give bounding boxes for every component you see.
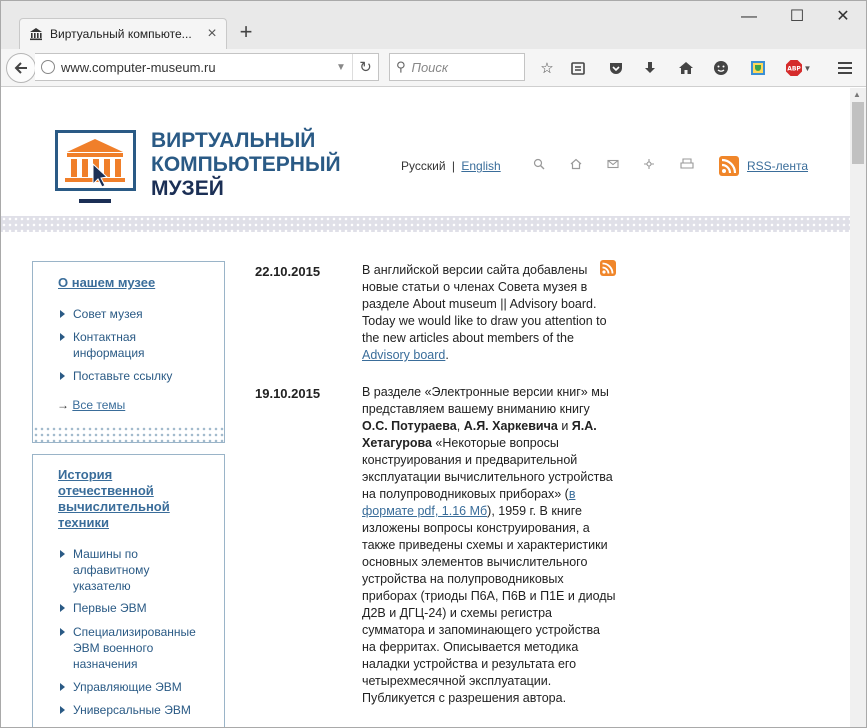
maximize-button[interactable]: ☐ [782, 7, 812, 27]
adblock-label: ABP [787, 66, 801, 73]
author-1: О.С. Потураева [362, 419, 457, 433]
sidebar-item-link[interactable]: Поставьте ссылку [59, 368, 209, 384]
rss-icon [719, 156, 739, 176]
browser-tab[interactable]: Виртуальный компьюте... × [19, 18, 227, 49]
home-site-icon[interactable] [570, 158, 582, 173]
logo-line-1: ВИРТУАЛЬНЫЙ [151, 129, 316, 152]
sidebar-item-alphabetical[interactable]: Машины по алфавитному указателю [59, 546, 169, 594]
news-1-text-end: . [445, 348, 449, 362]
language-switcher: Русский | English [401, 159, 501, 173]
arrow-right-icon: → [57, 398, 69, 412]
browser-window: Виртуальный компьюте... × + — ☐ ✕ www.co… [0, 0, 867, 728]
sidebar-all-topics: → Все темы [57, 398, 125, 412]
shield-extension-icon[interactable] [747, 57, 769, 79]
logo-line-3: МУЗЕЙ [151, 177, 224, 200]
navigation-bar: www.computer-museum.ru ▼ ↻ ⚲ Поиск ☆ ABP [1, 49, 866, 87]
search-input[interactable]: ⚲ Поиск [389, 53, 525, 81]
sidebar-box-history: История отечественной вычислительной тех… [32, 454, 225, 727]
sidebar-item-first-computers[interactable]: Первые ЭВМ [59, 600, 209, 616]
museum-logo-icon[interactable] [55, 130, 137, 209]
news-2-description: ), 1959 г. В книге изложены вопросы конс… [362, 504, 616, 705]
menu-hamburger-icon[interactable] [834, 57, 856, 79]
bookmark-star-icon[interactable]: ☆ [536, 57, 558, 79]
download-icon[interactable] [639, 57, 661, 79]
news-rss-icon[interactable] [600, 260, 616, 276]
minimize-button[interactable]: — [734, 7, 764, 27]
search-icon: ⚲ [396, 59, 406, 74]
sidebar-item-contacts[interactable]: Контактная информация [59, 329, 199, 361]
scroll-up-icon[interactable]: ▲ [853, 90, 861, 99]
close-window-button[interactable]: ✕ [828, 7, 858, 27]
lang-english-link[interactable]: English [461, 159, 500, 173]
url-text: www.computer-museum.ru [61, 59, 216, 75]
pocket-icon[interactable] [605, 57, 627, 79]
print-icon[interactable] [680, 158, 694, 173]
sitemap-icon[interactable] [643, 158, 655, 173]
sidebar-dotted-footer [33, 426, 224, 442]
emoji-icon[interactable] [710, 57, 732, 79]
address-bar[interactable]: www.computer-museum.ru ▼ ↻ [35, 53, 379, 81]
author-2: А.Я. Харкевича [463, 419, 558, 433]
tab-title: Виртуальный компьюте... [50, 27, 192, 41]
rss-feed-link[interactable]: RSS-лента [719, 156, 808, 176]
news-date-2: 19.10.2015 [255, 386, 321, 401]
news-item-1: В английской версии сайта добавлены новы… [362, 262, 617, 364]
sidebar-item-control[interactable]: Управляющие ЭВМ [59, 679, 219, 695]
tab-close-icon[interactable]: × [204, 26, 220, 42]
reload-icon[interactable]: ↻ [352, 54, 378, 80]
lang-separator: | [451, 159, 455, 173]
news-item-2: В разделе «Электронные версии книг» мы п… [362, 384, 617, 707]
sidebar-item-military[interactable]: Специализированные ЭВМ военного назначен… [59, 624, 219, 672]
news-date-1: 22.10.2015 [255, 264, 321, 279]
advisory-board-link[interactable]: Advisory board [362, 348, 445, 362]
back-arrow-icon [14, 62, 27, 74]
museum-favicon-icon [28, 26, 44, 42]
all-topics-link[interactable]: Все темы [72, 398, 125, 412]
lang-russian[interactable]: Русский [401, 159, 446, 173]
header-dotted-strip [1, 216, 850, 232]
globe-icon [41, 60, 55, 74]
logo-text[interactable]: ВИРТУАЛЬНЫЙ КОМПЬЮТЕРНЫЙ МУЗЕЙ [151, 129, 341, 201]
sidebar-item-universal[interactable]: Универсальные ЭВМ [59, 702, 219, 718]
scrollbar-thumb[interactable] [852, 102, 864, 164]
url-dropdown-icon[interactable]: ▼ [330, 62, 352, 73]
author-sep-1: , [456, 419, 461, 433]
sidebar-heading-about[interactable]: О нашем музее [58, 275, 155, 291]
sidebar-heading-history[interactable]: История отечественной вычислительной тех… [58, 467, 188, 531]
home-icon[interactable] [675, 57, 697, 79]
title-bar: Виртуальный компьюте... × + — ☐ ✕ [1, 1, 866, 49]
search-placeholder: Поиск [411, 59, 449, 75]
back-button[interactable] [6, 53, 36, 83]
rss-label[interactable]: RSS-лента [747, 159, 808, 173]
vertical-scrollbar[interactable]: ▲ [850, 88, 866, 727]
new-tab-button[interactable]: + [235, 21, 257, 43]
logo-line-2: КОМПЬЮТЕРНЫЙ [151, 153, 341, 176]
adblock-icon[interactable]: ABP ▼ [783, 57, 813, 79]
reading-list-icon[interactable] [567, 57, 589, 79]
mail-icon[interactable] [607, 158, 619, 173]
sidebar-item-council[interactable]: Совет музея [59, 306, 209, 322]
web-page: ВИРТУАЛЬНЫЙ КОМПЬЮТЕРНЫЙ МУЗЕЙ Русский |… [1, 88, 850, 727]
author-sep-2: и [561, 419, 569, 433]
sidebar-box-about: О нашем музее Совет музея Контактная инф… [32, 261, 225, 443]
news-1-text: В английской версии сайта добавлены новы… [362, 263, 607, 345]
search-site-icon[interactable] [533, 158, 545, 173]
news-2-intro: В разделе «Электронные версии книг» мы п… [362, 385, 609, 416]
